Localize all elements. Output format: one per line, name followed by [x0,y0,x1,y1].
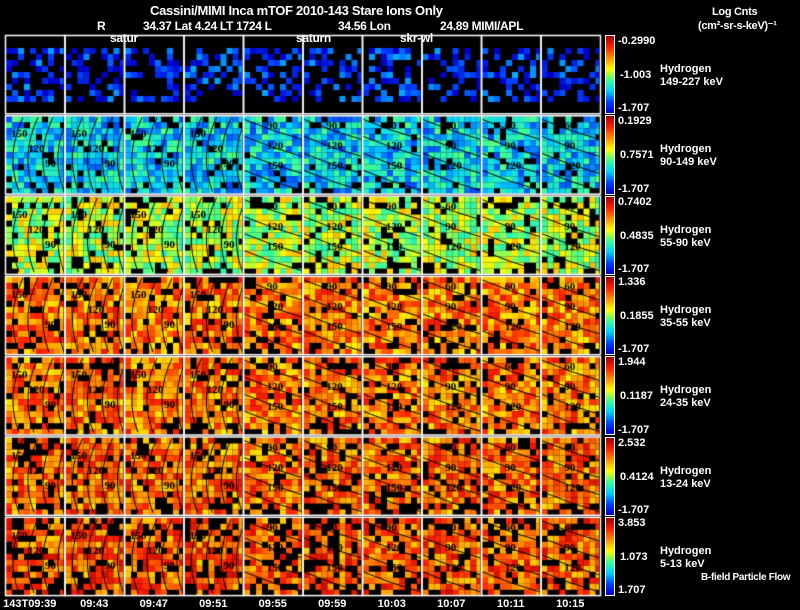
colorbar-mid: -1.003 [620,69,652,82]
x-tick-label: 10:03 [377,598,406,610]
x-tick-label: 09:43 [80,598,109,610]
colorbar-min: -1.707 [618,102,650,115]
colorbar-max: 1.336 [618,275,646,288]
energy-range: 13-24 keV [660,477,711,490]
colorbar [605,35,615,115]
energy-label: Hydrogen 13-24 keV [660,465,711,491]
colorbar-mid: 0.7571 [620,149,654,162]
colorbar [605,195,615,275]
energy-range: 35-55 keV [660,317,711,330]
colorbar-mid: 1.073 [620,550,648,563]
units-label: (cm²-sr-s-keV)⁻¹ [698,20,777,32]
x-tick-label: 143T09:39 [3,598,57,610]
colorbar-min: 1.707 [618,584,646,597]
x-tick-label: 09:51 [199,598,228,610]
colorbar-max: 0.7402 [618,195,652,208]
energy-range: 24-35 keV [660,397,711,410]
overlay-label-saturn: saturn [296,31,331,45]
x-tick-label: 10:15 [556,598,585,610]
x-tick-label: 09:59 [318,598,347,610]
position-info-2: 34.56 Lon [338,19,391,33]
overlay-label-skr: skr-wl [400,31,433,45]
energy-label: Hydrogen 35-55 keV [660,304,711,330]
colorbar [605,115,615,195]
colorbar-mid: 0.4124 [620,470,654,483]
x-tick-label: 09:47 [139,598,168,610]
colorbar-max: -0.2990 [618,35,656,47]
species-label: Hydrogen [660,464,712,477]
colorbar-mid: 0.1855 [620,310,654,323]
colorbar-min: -1.707 [618,503,650,516]
colorbar-max: 1.944 [618,356,646,369]
colorbar-min: -1.707 [618,423,650,436]
legend-note: B-field Particle Flow [701,572,791,583]
species-label: Hydrogen [660,223,712,236]
colorbar-min: -1.707 [618,182,650,195]
colorbar [605,356,615,436]
energy-label: Hydrogen 90-149 keV [660,143,717,169]
x-tick-label: 10:11 [496,598,525,610]
colorbar-max: 2.532 [618,436,646,449]
chart-title: Cassini/MIMI Inca mTOF 2010-143 Stare Io… [150,3,443,18]
energy-label: Hydrogen 55-90 keV [660,224,711,250]
x-tick-label: 09:55 [258,598,287,610]
colorbar [605,516,615,597]
colorbar-min: -1.707 [618,262,650,275]
energy-label: Hydrogen 5-13 keV [660,545,711,571]
r-label: R [97,19,106,33]
colorbar [605,436,615,516]
energy-label: Hydrogen 24-35 keV [660,384,711,410]
position-info-1: 34.37 Lat 4.24 LT 1724 L [143,19,272,33]
species-label: Hydrogen [660,63,712,76]
species-label: Hydrogen [660,384,712,397]
colorbar-min: -1.707 [618,343,650,356]
colorbar-mid: 0.4835 [620,229,654,242]
colorbar-mid: 0.1187 [620,390,654,403]
position-info-3: 24.89 MIMI/APL [440,19,524,33]
energy-range: 55-90 keV [660,236,711,249]
x-tick-label: 10:07 [437,598,466,610]
units-title: Log Cnts [712,6,758,18]
energy-range: 149-227 keV [660,76,723,89]
species-label: Hydrogen [660,544,712,557]
energy-label: Hydrogen 149-227 keV [660,63,723,89]
overlay-label-satur: satur [110,31,138,45]
colorbar [605,275,615,356]
colorbar-max: 3.853 [618,516,646,529]
species-label: Hydrogen [660,304,712,317]
colorbar-max: 0.1929 [618,115,652,128]
energy-range: 5-13 keV [660,557,705,570]
energy-range: 90-149 keV [660,156,717,169]
species-label: Hydrogen [660,143,712,156]
